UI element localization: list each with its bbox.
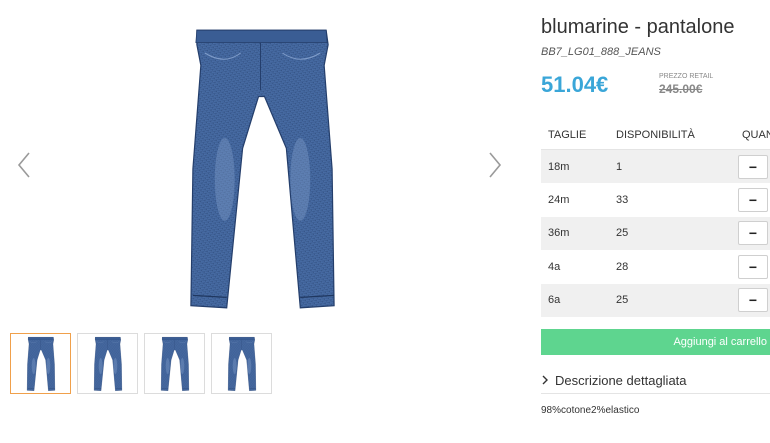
minus-icon: − (748, 192, 758, 209)
availability-value: 33 (616, 194, 629, 207)
size-row: 24m 33 − (541, 183, 770, 216)
decrease-quantity-button[interactable]: − (738, 254, 768, 279)
sizes-table-header: TAGLIE DISPONIBILITÀ QUANTITÀ (541, 121, 770, 150)
decrease-quantity-button[interactable]: − (738, 288, 768, 313)
retail-price-label: PREZZO RETAIL (659, 73, 714, 80)
description-toggle-label: Descrizione dettagliata (555, 372, 687, 388)
sizes-table: TAGLIE DISPONIBILITÀ QUANTITÀ 18m 1 − 24… (541, 121, 770, 317)
size-value: 18m (548, 160, 570, 173)
size-value: 6a (548, 294, 561, 307)
minus-icon: − (748, 292, 758, 309)
product-sku: BB7_LG01_888_JEANS (541, 46, 661, 58)
availability-value: 28 (616, 260, 629, 273)
thumbnail-strip (10, 333, 272, 394)
thumbnail-3[interactable] (144, 333, 205, 394)
chevron-right-icon (541, 373, 549, 388)
header-quantity: QUANTITÀ (742, 129, 770, 141)
size-row: 6a 25 − (541, 283, 770, 317)
thumbnail-2[interactable] (77, 333, 138, 394)
minus-icon: − (748, 258, 758, 275)
header-availability: DISPONIBILITÀ (616, 129, 695, 141)
chevron-left-icon[interactable] (13, 150, 35, 180)
minus-icon: − (748, 158, 758, 175)
decrease-quantity-button[interactable]: − (738, 154, 768, 179)
size-row: 36m 25 − (541, 216, 770, 251)
minus-icon: − (748, 225, 758, 242)
chevron-right-icon[interactable] (484, 150, 506, 180)
size-row: 4a 28 − (541, 250, 770, 283)
retail-price: 245.00€ (659, 82, 703, 96)
description-text: 98%cotone2%elastico (541, 405, 640, 416)
thumbnail-1[interactable] (10, 333, 71, 394)
thumbnail-4[interactable] (211, 333, 272, 394)
product-title: blumarine - pantalone (541, 16, 735, 38)
header-sizes: TAGLIE (548, 129, 587, 141)
product-price: 51.04€ (541, 72, 609, 97)
availability-value: 1 (616, 160, 623, 173)
product-main-image (175, 24, 350, 314)
product-info-panel: blumarine - pantalone BB7_LG01_888_JEANS… (541, 0, 770, 443)
decrease-quantity-button[interactable]: − (738, 221, 768, 246)
size-value: 24m (548, 194, 570, 207)
availability-value: 25 (616, 294, 629, 307)
availability-value: 25 (616, 227, 629, 240)
decrease-quantity-button[interactable]: − (738, 188, 768, 213)
description-toggle[interactable]: Descrizione dettagliata (541, 367, 770, 394)
size-value: 4a (548, 260, 561, 273)
add-to-cart-button[interactable]: Aggiungi al carrello (541, 329, 770, 355)
size-value: 36m (548, 227, 570, 240)
product-gallery (0, 0, 525, 443)
size-row: 18m 1 − (541, 150, 770, 184)
